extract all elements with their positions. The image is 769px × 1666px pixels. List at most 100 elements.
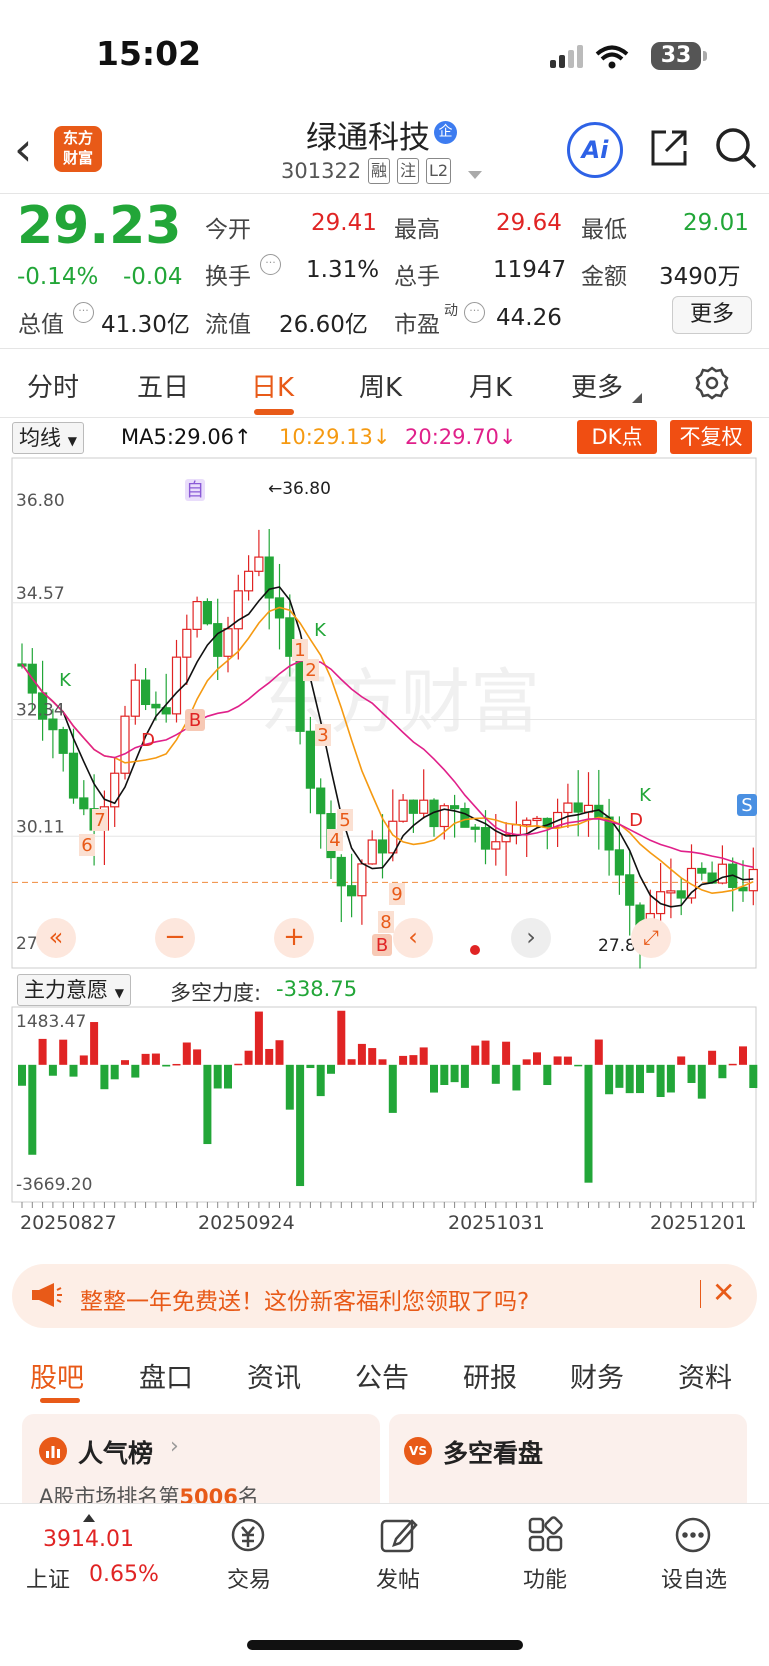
tab-guba[interactable]: 股吧 (30, 1356, 84, 1395)
promo-divider (700, 1280, 701, 1308)
force-bar (234, 1063, 243, 1066)
index-name[interactable]: 上证 (26, 1562, 70, 1594)
x-date-label: 20250924 (198, 1212, 295, 1234)
candle-body (357, 863, 367, 897)
force-bar (409, 1055, 418, 1065)
force-bar (708, 1050, 717, 1065)
close-icon[interactable]: ✕ (712, 1276, 735, 1309)
header-divider (0, 193, 769, 194)
ma10-label: 10:29.13↓ (279, 425, 391, 449)
force-bar (151, 1053, 160, 1065)
pe-label: 市盈 (394, 312, 440, 338)
prev-button[interactable]: ‹ (393, 918, 433, 958)
y-tick-label: 34.57 (16, 584, 65, 604)
tag-l2: L2 (426, 158, 452, 184)
force-bar (110, 1064, 119, 1080)
rewind-button[interactable]: « (36, 918, 76, 958)
force-bar (419, 1047, 428, 1065)
chart-mark: B (376, 935, 388, 956)
nav-trade[interactable]: 交易 (194, 1562, 304, 1594)
tab-finance[interactable]: 财务 (570, 1356, 624, 1395)
tab-divider (0, 417, 769, 418)
quote-divider (0, 348, 769, 349)
more-quote-button[interactable]: 更多 (672, 296, 752, 334)
tab-daily-k[interactable]: 日K (251, 367, 294, 404)
tab-monthly-k[interactable]: 月K (469, 367, 512, 404)
sub-indicator-select[interactable]: 主力意愿 ▼ (17, 974, 131, 1006)
candle-body (491, 841, 501, 850)
force-bar (450, 1064, 459, 1083)
info-icon[interactable]: ··· (73, 302, 94, 323)
force-bar (687, 1064, 696, 1083)
main-force-chart[interactable]: 1483.47 -3669.20 20250827 20250924 20251031… (0, 1005, 769, 1245)
tab-news[interactable]: 资讯 (247, 1356, 301, 1395)
candle-body (398, 799, 408, 822)
megaphone-icon (30, 1281, 62, 1313)
float-value: 26.60亿 (279, 312, 368, 338)
force-bar (388, 1064, 397, 1113)
zoom-out-button[interactable]: − (155, 918, 195, 958)
candle-body (182, 628, 192, 658)
nav-function[interactable]: 功能 (490, 1562, 600, 1594)
back-button[interactable]: ‹ (14, 126, 32, 172)
force-bar (636, 1064, 644, 1094)
chevron-down-icon[interactable] (468, 166, 482, 185)
adjust-button[interactable]: 不复权 (670, 420, 752, 454)
candle-body (347, 885, 357, 897)
chart-mark: 3 (317, 725, 328, 746)
current-dot (470, 945, 480, 955)
candle-body (336, 856, 346, 887)
info-icon[interactable]: ··· (464, 302, 485, 323)
force-bar (430, 1064, 438, 1093)
candle-body (202, 601, 212, 625)
tab-pankou[interactable]: 盘口 (139, 1356, 193, 1395)
ma-indicator-select[interactable]: 均线 ▼ (12, 422, 84, 454)
zoom-in-button[interactable]: + (274, 918, 314, 958)
info-icon[interactable]: ··· (260, 254, 281, 275)
kline-chart[interactable]: 东方财富 ←36.8027.88→自BBSKKKDD123456789 36.8… (0, 456, 769, 976)
chart-mark: 自 (186, 480, 204, 501)
search-icon[interactable] (714, 126, 758, 174)
ai-button[interactable]: Ai (567, 122, 623, 178)
settings-gear-icon[interactable] (695, 366, 729, 404)
expand-icon[interactable]: ⤢ (631, 918, 671, 958)
force-bar (172, 1063, 181, 1066)
chart-mark: D (629, 810, 643, 831)
tab-five-day[interactable]: 五日 (137, 367, 189, 404)
tab-profile[interactable]: 资料 (678, 1356, 732, 1395)
float-label: 流值 (205, 312, 251, 338)
open-label: 今开 (205, 217, 251, 243)
y-tick-label: 32.34 (16, 701, 65, 721)
index-change[interactable]: 0.65% (89, 1562, 159, 1587)
enterprise-badge: 企 (434, 121, 457, 144)
tab-announcements[interactable]: 公告 (355, 1356, 409, 1395)
tab-research[interactable]: 研报 (463, 1356, 517, 1395)
nav-post[interactable]: 发帖 (343, 1562, 453, 1594)
caret-up-icon (83, 1507, 95, 1526)
candle-body (480, 827, 491, 850)
force-bar (265, 1048, 274, 1065)
candle-body (305, 730, 315, 789)
force-bar (646, 1064, 655, 1073)
rank-chart-icon (39, 1437, 67, 1465)
tab-intraday[interactable]: 分时 (27, 367, 79, 404)
share-icon[interactable] (648, 127, 690, 173)
tab-weekly-k[interactable]: 周K (359, 367, 402, 404)
post-icon[interactable] (378, 1515, 420, 1559)
more-dots-icon[interactable] (673, 1515, 715, 1559)
nav-watchlist[interactable]: 设自选 (639, 1562, 749, 1594)
tab-more[interactable]: 更多 (571, 367, 623, 404)
y-tick-label: 36.80 (16, 491, 65, 511)
candle-body (573, 802, 583, 813)
function-icon[interactable] (526, 1515, 568, 1559)
dk-point-button[interactable]: DK点 (577, 420, 657, 454)
force-bar (162, 1064, 171, 1067)
candle-body (676, 890, 686, 899)
next-button[interactable]: › (511, 918, 551, 958)
trade-icon[interactable] (228, 1515, 270, 1559)
candle-body (254, 556, 264, 572)
x-date-label: 20250827 (20, 1212, 117, 1234)
volume-value: 11947 (493, 257, 567, 283)
index-value[interactable]: 3914.01 (43, 1527, 134, 1552)
chart-mark: 8 (380, 912, 391, 933)
